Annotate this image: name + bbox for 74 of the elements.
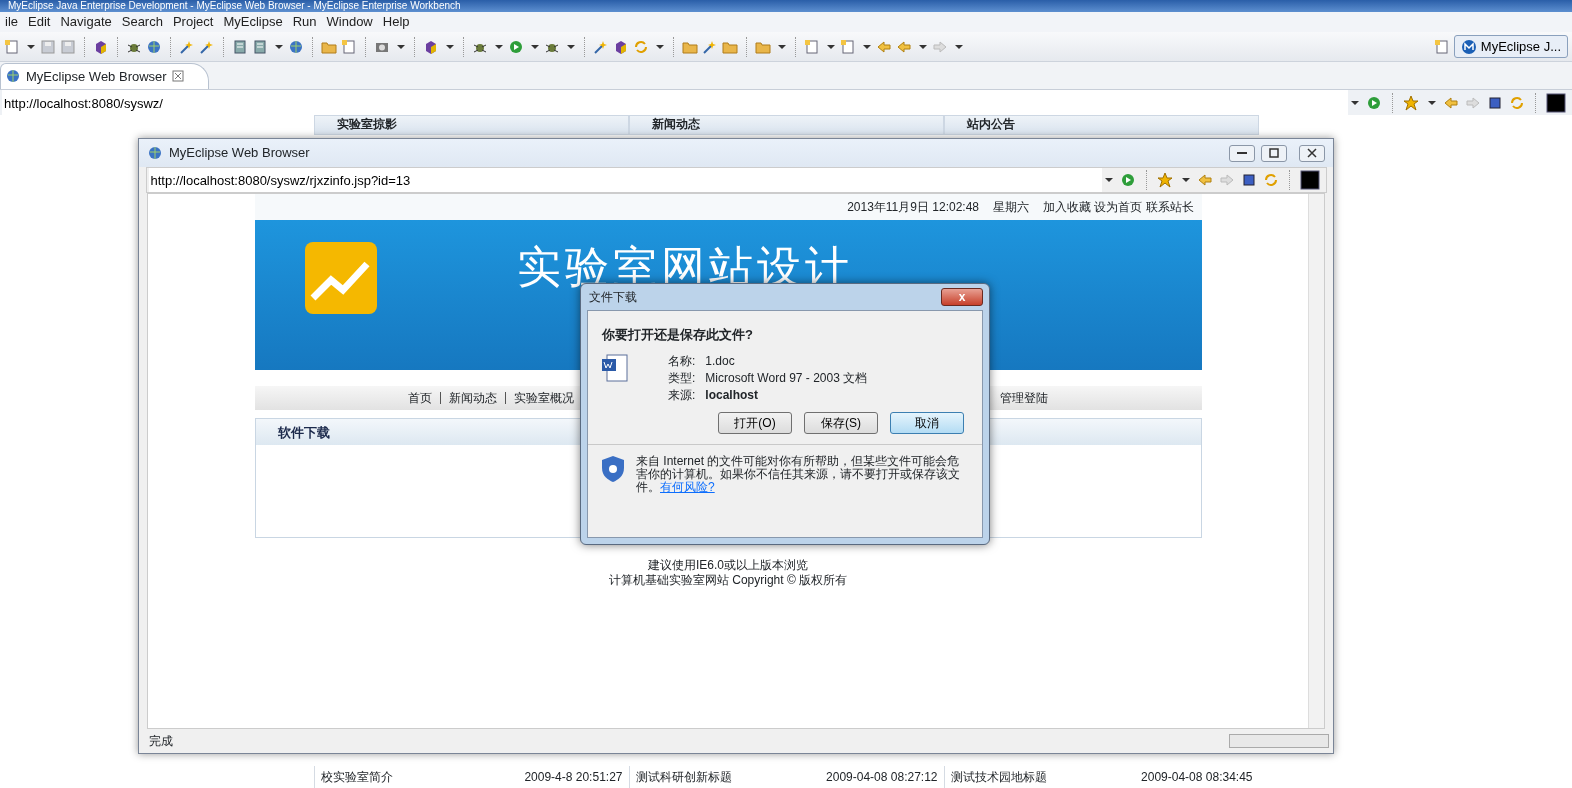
stop-icon[interactable]	[1487, 95, 1503, 111]
section-header: 站内公告	[943, 115, 1259, 135]
scrollbar[interactable]	[1308, 194, 1324, 728]
menu-item[interactable]: Window	[321, 12, 378, 32]
menu-item[interactable]: MyEclipse	[218, 12, 288, 32]
globe-icon	[5, 68, 21, 85]
timestamp: 2009-4-8 20:51:27	[524, 769, 623, 786]
word-document-icon	[601, 352, 629, 383]
server-icon[interactable]	[232, 38, 248, 55]
window-title: MyEclipse Java Enterprise Development - MyEclipse Web Browser - MyEclipse Enterprise Workbench	[0, 0, 1572, 12]
menu-item[interactable]: Search	[116, 12, 168, 32]
field-label: 类型:	[668, 369, 696, 387]
risk-link[interactable]: 有何风险?	[660, 479, 715, 494]
dialog-question: 你要打开还是保存此文件?	[600, 326, 754, 344]
menu-item[interactable]: ile	[0, 12, 23, 32]
timestamp: 2009-04-08 08:27:12	[826, 769, 938, 786]
editor-tab[interactable]: MyEclipse Web Browser	[0, 62, 209, 89]
field-label: 名称:	[668, 352, 696, 370]
menu-item[interactable]: Run	[287, 12, 322, 32]
perspective-button[interactable]: MyEclipse J...	[1453, 34, 1568, 59]
section-header: 实验室掠影	[313, 115, 629, 135]
footer-text: 计算机基础实验室网站 Copyright © 版权所有	[608, 573, 848, 588]
menu-item[interactable]: Edit	[23, 12, 56, 32]
list-link[interactable]: 测试科研创新标题	[635, 768, 732, 786]
back-arrow-icon[interactable]	[1443, 95, 1459, 111]
run-icon[interactable]	[1366, 95, 1382, 111]
chart-logo-icon	[304, 242, 377, 314]
close-icon[interactable]	[171, 70, 184, 83]
dialog-button[interactable]: 打开(O)	[718, 411, 792, 434]
nav-link[interactable]: 首页	[408, 389, 432, 407]
status-text: 完成	[149, 733, 173, 750]
nav-link[interactable]: 实验室概况	[514, 389, 574, 407]
cube-icon[interactable]	[93, 38, 109, 55]
weekday-text: 星期六	[993, 199, 1029, 216]
header-link[interactable]: 设为首页	[1094, 198, 1143, 216]
date-text: 2013年11月9日 12:02:48	[847, 199, 979, 216]
star-icon[interactable]	[1403, 95, 1419, 111]
globe-icon[interactable]	[146, 38, 162, 55]
shield-icon	[600, 454, 626, 483]
server-icon[interactable]	[252, 38, 268, 55]
section-header: 新闻动态	[628, 115, 944, 135]
maximize-button[interactable]	[1260, 144, 1287, 162]
timestamp: 2009-04-08 08:34:45	[1141, 769, 1253, 786]
menu-item[interactable]: Navigate	[55, 12, 117, 32]
maximize-icon	[1267, 147, 1280, 159]
nav-link[interactable]: 新闻动态	[449, 389, 497, 407]
dialog-button[interactable]: 取消	[890, 411, 964, 434]
field-value: 1.doc	[705, 352, 735, 370]
list-link[interactable]: 校实验室简介	[320, 768, 393, 786]
header-link[interactable]: 联系站长	[1145, 198, 1194, 216]
minimize-button[interactable]	[1228, 144, 1255, 162]
minimize-icon	[1236, 152, 1247, 154]
dialog-button[interactable]: 保存(S)	[804, 411, 878, 434]
cube-icon[interactable]	[423, 38, 439, 55]
header-link[interactable]: 加入收藏	[1043, 198, 1091, 216]
close-button[interactable]	[1299, 144, 1325, 162]
address-field[interactable]: http://localhost:8080/syswz/	[2, 90, 1348, 116]
field-label: 来源:	[668, 386, 696, 404]
m-logo-icon	[1460, 38, 1477, 55]
menu-item[interactable]: Help	[377, 12, 415, 32]
menu-item[interactable]: Project	[167, 12, 219, 32]
cube-icon[interactable]	[613, 38, 629, 55]
field-value: Microsoft Word 97 - 2003 文档	[705, 369, 868, 387]
globe-icon	[147, 145, 163, 161]
globe-icon[interactable]	[288, 38, 304, 55]
field-value: localhost	[705, 386, 759, 404]
close-icon	[1306, 147, 1318, 159]
footer-text: 建议使用IE6.0或以上版本浏览	[646, 558, 809, 573]
dialog-title: 文件下载	[589, 289, 637, 306]
nav-link[interactable]: 管理登陆	[1000, 389, 1048, 407]
square-icon[interactable]	[1546, 93, 1566, 113]
list-link[interactable]: 测试技术园地标题	[950, 768, 1047, 786]
window-title: MyEclipse Web Browser	[169, 145, 310, 161]
warning-text: 来自 Internet 的文件可能对你有所帮助，但某些文件可能会危害你的计算机。如果你不信任其来源，请不要打开或保存该文件。有何风险?	[636, 454, 961, 494]
